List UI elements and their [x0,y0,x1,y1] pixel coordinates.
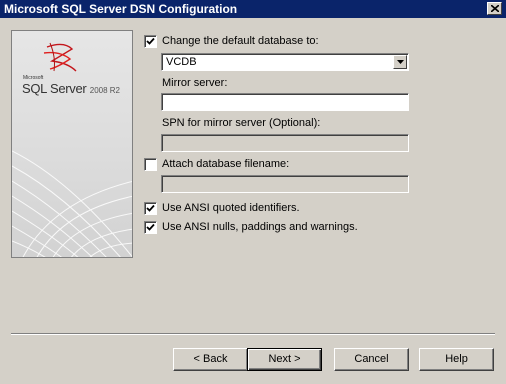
close-icon [490,5,499,12]
attach-db-label: Attach database filename: [162,158,290,170]
spn-input [162,135,408,151]
ansi-quoted-checkbox[interactable] [144,202,157,215]
checkmark-icon [146,223,155,231]
ansi-nulls-checkbox[interactable] [144,221,157,234]
close-button[interactable] [487,2,502,15]
database-value: VCDB [166,56,197,68]
attach-db-input [162,176,408,192]
mirror-server-label: Mirror server: [162,77,228,89]
checkmark-icon [146,37,155,45]
attach-db-field [161,175,409,193]
chevron-down-icon [396,60,404,64]
sql-server-logo-icon [43,42,77,72]
mirror-server-input[interactable] [162,94,408,110]
mirror-server-field[interactable] [161,93,409,111]
database-dropdown-button[interactable] [393,55,407,69]
back-button[interactable]: < Back [173,348,248,371]
help-button[interactable]: Help [419,348,494,371]
change-default-db-label: Change the default database to: [162,35,319,47]
product-name: SQL Server 2008 R2 [22,81,120,96]
banner-graphic [12,42,132,257]
title-bar: Microsoft SQL Server DSN Configuration [0,0,506,18]
spn-label: SPN for mirror server (Optional): [162,117,321,129]
next-button[interactable]: Next > [247,348,322,371]
spn-field [161,134,409,152]
database-combobox[interactable]: VCDB [161,53,409,71]
window-title: Microsoft SQL Server DSN Configuration [4,2,238,16]
product-text: SQL Server [22,81,87,96]
sql-server-banner: Microsoft SQL Server 2008 R2 [11,30,133,258]
change-default-db-checkbox[interactable] [144,35,157,48]
separator [11,333,495,335]
ansi-nulls-label: Use ANSI nulls, paddings and warnings. [162,221,358,233]
attach-db-checkbox[interactable] [144,158,157,171]
ansi-quoted-label: Use ANSI quoted identifiers. [162,202,300,214]
cancel-button[interactable]: Cancel [334,348,409,371]
checkmark-icon [146,204,155,212]
dsn-config-dialog: Microsoft SQL Server DSN Configuration M… [0,0,506,384]
product-version: 2008 R2 [89,86,120,95]
